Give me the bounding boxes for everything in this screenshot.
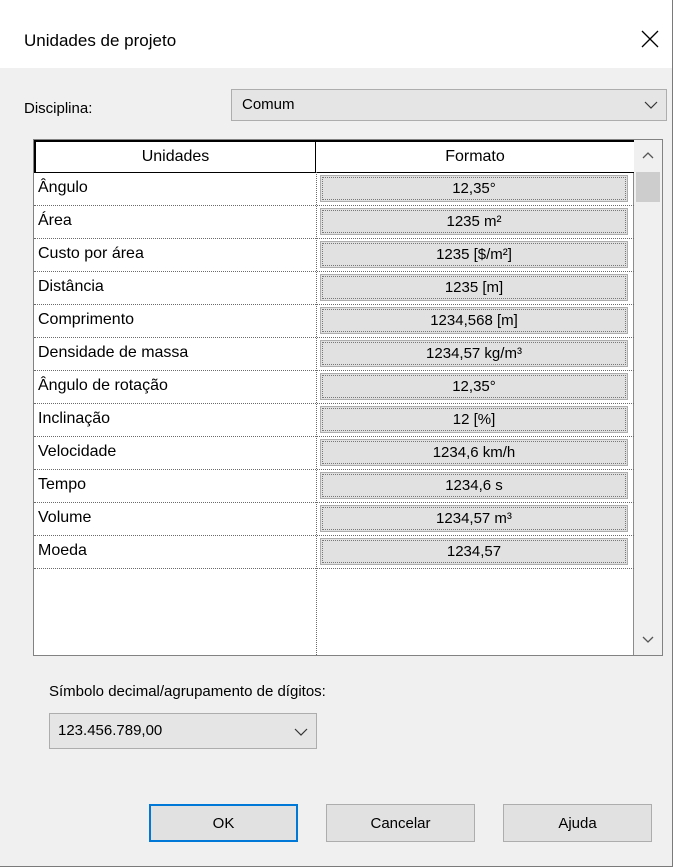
- decimal-symbol-select[interactable]: 123.456.789,00: [49, 713, 317, 749]
- dialog-title: Unidades de projeto: [24, 31, 177, 50]
- cancel-button[interactable]: Cancelar: [326, 804, 475, 842]
- decimal-symbol-label: Símbolo decimal/agrupamento de dígitos:: [49, 683, 326, 700]
- format-button[interactable]: 1234,57: [320, 538, 628, 565]
- title-bar: Unidades de projeto: [0, 0, 672, 68]
- table-row[interactable]: Tempo 1234,6 s: [34, 470, 634, 503]
- discipline-value: Comum: [242, 96, 295, 113]
- table-row[interactable]: Comprimento 1234,568 [m]: [34, 305, 634, 338]
- format-button[interactable]: 12,35°: [320, 175, 628, 202]
- chevron-down-icon: [644, 101, 658, 109]
- table-row[interactable]: Ângulo 12,35°: [34, 173, 634, 206]
- scroll-up-button[interactable]: [634, 140, 662, 170]
- chevron-down-icon: [294, 728, 308, 736]
- help-button[interactable]: Ajuda: [503, 804, 652, 842]
- ok-button[interactable]: OK: [149, 804, 298, 842]
- close-icon: [641, 30, 659, 48]
- project-units-dialog: Unidades de projeto Disciplina: Comum Un…: [0, 0, 673, 867]
- format-button[interactable]: 1235 m²: [320, 208, 628, 235]
- unit-name: Inclinação: [38, 410, 111, 427]
- unit-name: Moeda: [38, 542, 87, 559]
- unit-name: Área: [38, 212, 72, 229]
- table-row[interactable]: Custo por área 1235 [$/m²]: [34, 239, 634, 272]
- format-button[interactable]: 1234,57 kg/m³: [320, 340, 628, 367]
- format-button[interactable]: 12,35°: [320, 373, 628, 400]
- table-row[interactable]: Velocidade 1234,6 km/h: [34, 437, 634, 470]
- table-row[interactable]: Distância 1235 [m]: [34, 272, 634, 305]
- decimal-symbol-value: 123.456.789,00: [58, 722, 163, 739]
- column-header-format[interactable]: Formato: [316, 140, 634, 173]
- table-rows: Ângulo 12,35° Área 1235 m² Custo por área 123…: [34, 173, 634, 569]
- chevron-down-icon: [642, 636, 654, 643]
- unit-name: Distância: [38, 278, 104, 295]
- unit-name: Densidade de massa: [38, 344, 189, 361]
- format-button[interactable]: 12 [%]: [320, 406, 628, 433]
- discipline-label: Disciplina:: [24, 100, 93, 117]
- table-row[interactable]: Densidade de massa 1234,57 kg/m³: [34, 338, 634, 371]
- format-button[interactable]: 1234,6 km/h: [320, 439, 628, 466]
- units-table: Unidades Formato Ângulo 12,35° Área 1235 m²…: [33, 139, 663, 656]
- column-header-units[interactable]: Unidades: [34, 140, 316, 173]
- units-table-body: Unidades Formato Ângulo 12,35° Área 1235 m²…: [34, 140, 634, 655]
- unit-name: Tempo: [38, 476, 87, 493]
- close-button[interactable]: [628, 19, 672, 59]
- table-row[interactable]: Inclinação 12 [%]: [34, 404, 634, 437]
- unit-name: Custo por área: [38, 245, 144, 262]
- table-row[interactable]: Volume 1234,57 m³: [34, 503, 634, 536]
- format-button[interactable]: 1234,6 s: [320, 472, 628, 499]
- table-row[interactable]: Moeda 1234,57: [34, 536, 634, 569]
- scroll-down-button[interactable]: [634, 625, 662, 655]
- unit-name: Ângulo de rotação: [38, 377, 168, 394]
- vertical-scrollbar[interactable]: [634, 140, 662, 655]
- chevron-up-icon: [642, 152, 654, 159]
- format-button[interactable]: 1234,57 m³: [320, 505, 628, 532]
- unit-name: Ângulo: [38, 179, 88, 196]
- format-button[interactable]: 1235 [$/m²]: [320, 241, 628, 268]
- unit-name: Comprimento: [38, 311, 135, 328]
- table-row[interactable]: Área 1235 m²: [34, 206, 634, 239]
- unit-name: Velocidade: [38, 443, 117, 460]
- discipline-select[interactable]: Comum: [231, 89, 667, 121]
- table-row[interactable]: Ângulo de rotação 12,35°: [34, 371, 634, 404]
- format-button[interactable]: 1234,568 [m]: [320, 307, 628, 334]
- format-button[interactable]: 1235 [m]: [320, 274, 628, 301]
- unit-name: Volume: [38, 509, 92, 526]
- scrollbar-thumb[interactable]: [636, 172, 660, 202]
